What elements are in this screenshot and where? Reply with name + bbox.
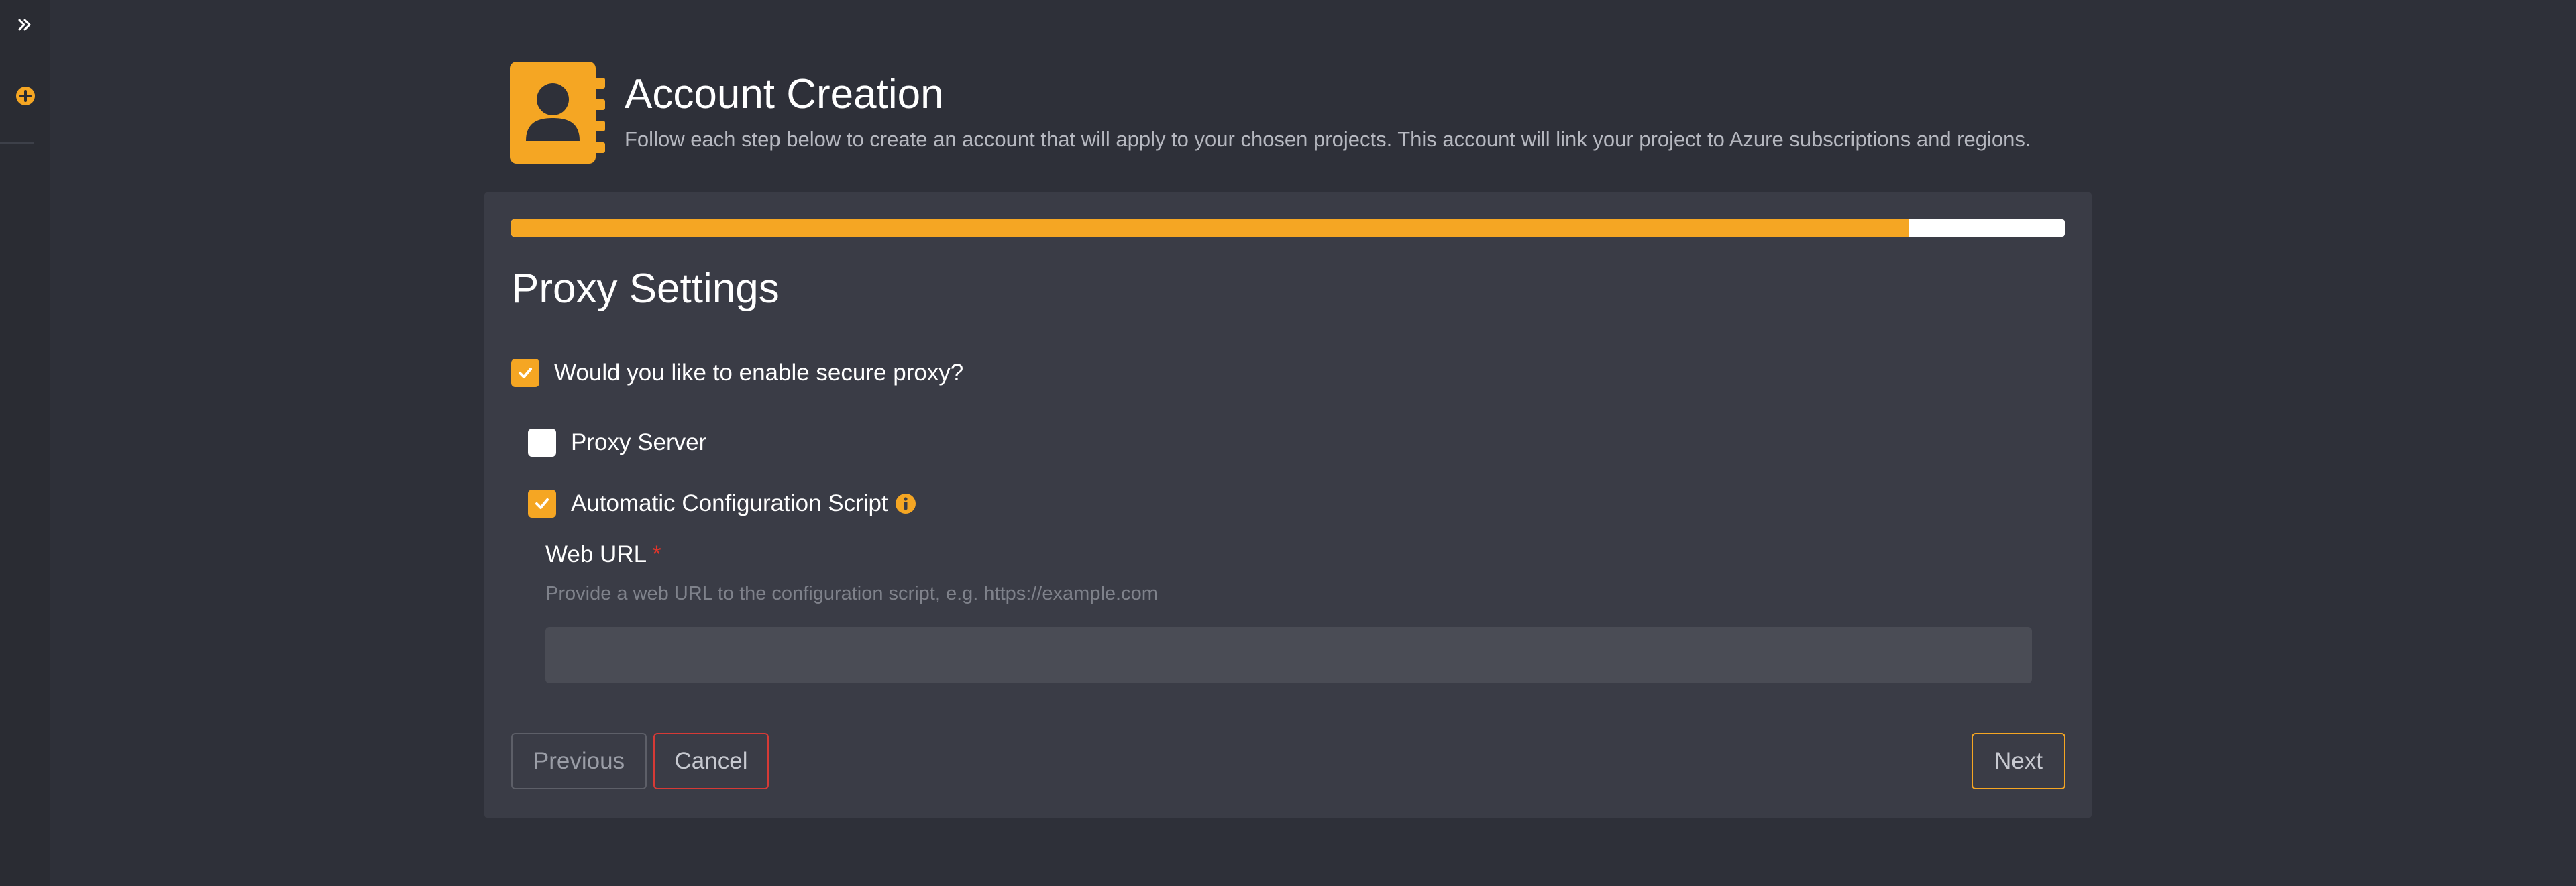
proxy-server-checkbox[interactable]	[528, 429, 556, 457]
next-button[interactable]: Next	[1972, 733, 2065, 789]
auto-config-checkbox[interactable]	[528, 490, 556, 518]
enable-proxy-checkbox-row[interactable]: Would you like to enable secure proxy?	[511, 359, 963, 387]
add-button[interactable]	[15, 86, 36, 106]
enable-proxy-checkbox[interactable]	[511, 359, 539, 387]
auto-config-label: Automatic Configuration Script	[571, 490, 888, 516]
double-chevron-right-icon	[18, 19, 31, 31]
progress-bar-fill	[511, 219, 1910, 237]
progress-bar	[511, 219, 2065, 237]
page-title: Account Creation	[625, 71, 944, 117]
expand-sidebar-button[interactable]	[15, 15, 35, 35]
wizard-card: Proxy Settings Would you like to enable …	[484, 192, 2092, 818]
checkmark-icon	[535, 498, 549, 509]
web-url-label-text: Web URL	[545, 541, 647, 567]
previous-button[interactable]: Previous	[511, 733, 647, 789]
web-url-help-text: Provide a web URL to the configuration s…	[545, 583, 1158, 604]
contact-book-icon	[510, 62, 605, 164]
sidebar-rail	[0, 0, 50, 886]
plus-circle-icon	[16, 87, 35, 105]
section-title: Proxy Settings	[511, 266, 780, 312]
auto-config-checkbox-row[interactable]: Automatic Configuration Script	[528, 490, 916, 518]
web-url-input[interactable]	[545, 627, 2032, 683]
proxy-server-label: Proxy Server	[571, 429, 707, 455]
enable-proxy-label: Would you like to enable secure proxy?	[554, 359, 964, 386]
required-mark: *	[652, 541, 661, 567]
info-circle-icon[interactable]	[895, 493, 916, 514]
checkmark-icon	[519, 368, 532, 378]
web-url-label: Web URL *	[545, 541, 661, 568]
proxy-server-checkbox-row[interactable]: Proxy Server	[528, 429, 706, 457]
cancel-button[interactable]: Cancel	[653, 733, 769, 789]
page-subtitle: Follow each step below to create an acco…	[625, 127, 2031, 151]
sidebar-divider	[0, 142, 34, 144]
